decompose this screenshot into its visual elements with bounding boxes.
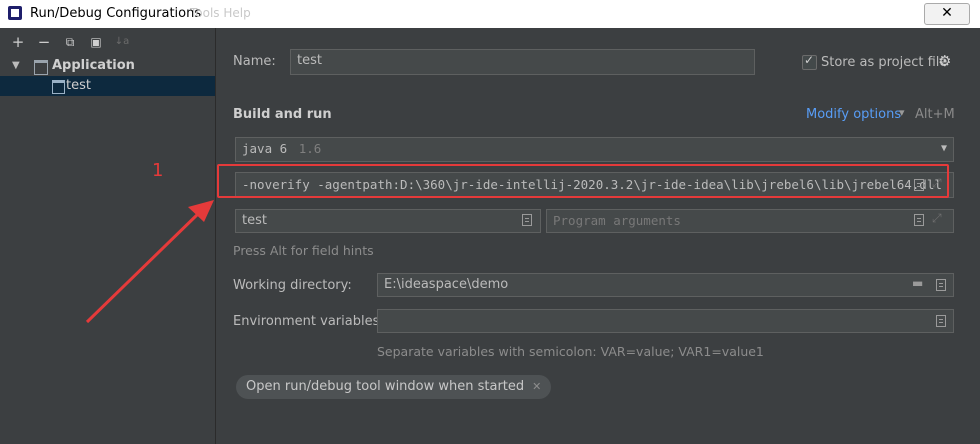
annotation-arrow-line	[85, 210, 202, 324]
annotation-arrow-overlay	[85, 200, 214, 324]
